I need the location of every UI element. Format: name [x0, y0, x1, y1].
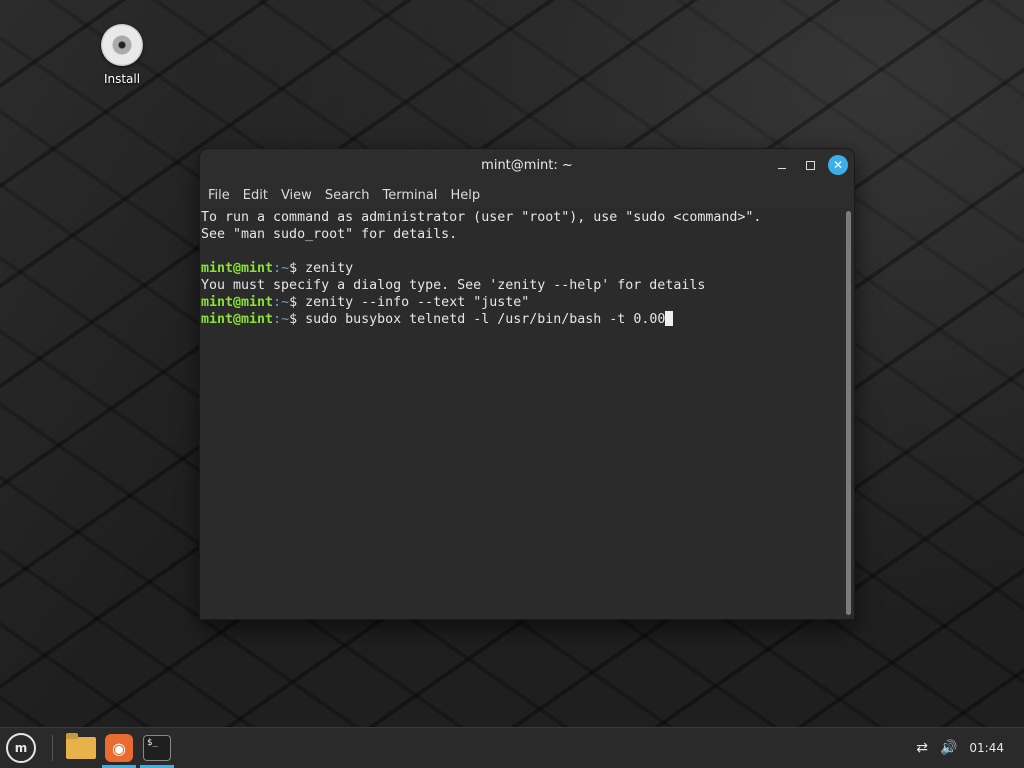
text-cursor	[665, 311, 674, 326]
minimize-button[interactable]	[772, 155, 792, 175]
command-text: sudo busybox telnetd -l /usr/bin/bash -t…	[305, 312, 666, 327]
prompt-user: mint@mint	[201, 261, 274, 276]
menu-terminal[interactable]: Terminal	[377, 188, 445, 203]
window-title: mint@mint: ~	[481, 158, 573, 173]
terminal-line: See "man sudo_root" for details.	[201, 227, 458, 242]
menu-bar: File Edit View Search Terminal Help	[200, 182, 854, 208]
menu-help[interactable]: Help	[445, 188, 488, 203]
close-icon: ✕	[832, 158, 844, 172]
taskbar-app-terminal[interactable]: $_	[138, 728, 176, 768]
prompt-symbol: $	[289, 261, 306, 276]
terminal-line: mint@mint:~$ zenity	[201, 260, 854, 277]
network-disconnected-icon[interactable]: ⇄	[916, 740, 928, 756]
disc-icon	[101, 24, 143, 66]
terminal-line: You must specify a dialog type. See 'zen…	[201, 278, 706, 293]
scrollbar-thumb[interactable]	[846, 211, 851, 615]
prompt-path: :~	[273, 261, 290, 276]
desktop-icon-install[interactable]: Install	[95, 24, 149, 86]
command-text: zenity	[305, 261, 354, 276]
terminal-line: mint@mint:~$ sudo busybox telnetd -l /us…	[201, 311, 854, 328]
taskbar-app-files[interactable]	[62, 728, 100, 768]
window-titlebar[interactable]: mint@mint: ~ ✕	[200, 149, 854, 182]
system-tray: ⇄ 🔊 01:44	[916, 740, 1024, 756]
menu-search[interactable]: Search	[320, 188, 378, 203]
menu-edit[interactable]: Edit	[238, 188, 276, 203]
menu-view[interactable]: View	[276, 188, 320, 203]
terminal-output[interactable]: To run a command as administrator (user …	[200, 208, 854, 619]
volume-icon[interactable]: 🔊	[940, 740, 957, 756]
prompt-user: mint@mint	[201, 295, 274, 310]
taskbar: m ◉ $_ ⇄ 🔊 01:44	[0, 727, 1024, 768]
terminal-line: mint@mint:~$ zenity --info --text "juste…	[201, 294, 854, 311]
menu-file[interactable]: File	[203, 188, 238, 203]
linux-mint-logo-icon[interactable]: m	[6, 733, 36, 763]
firefox-icon: ◉	[105, 734, 133, 762]
maximize-button[interactable]	[800, 155, 820, 175]
prompt-symbol: $	[289, 295, 306, 310]
desktop-icon-label: Install	[103, 72, 141, 86]
folder-icon	[66, 733, 96, 759]
prompt-path: :~	[273, 312, 290, 327]
taskbar-app-firefox[interactable]: ◉	[100, 728, 138, 768]
prompt-path: :~	[273, 295, 290, 310]
close-button[interactable]: ✕	[828, 155, 848, 175]
terminal-line: To run a command as administrator (user …	[201, 210, 762, 225]
terminal-icon: $_	[143, 735, 171, 761]
prompt-user: mint@mint	[201, 312, 274, 327]
scrollbar[interactable]	[845, 211, 852, 615]
terminal-window[interactable]: mint@mint: ~ ✕ File Edit View Search Ter…	[200, 149, 854, 619]
command-text: zenity --info --text "juste"	[305, 295, 530, 310]
prompt-symbol: $	[289, 312, 306, 327]
taskbar-separator	[52, 735, 53, 761]
clock[interactable]: 01:44	[969, 741, 1004, 755]
